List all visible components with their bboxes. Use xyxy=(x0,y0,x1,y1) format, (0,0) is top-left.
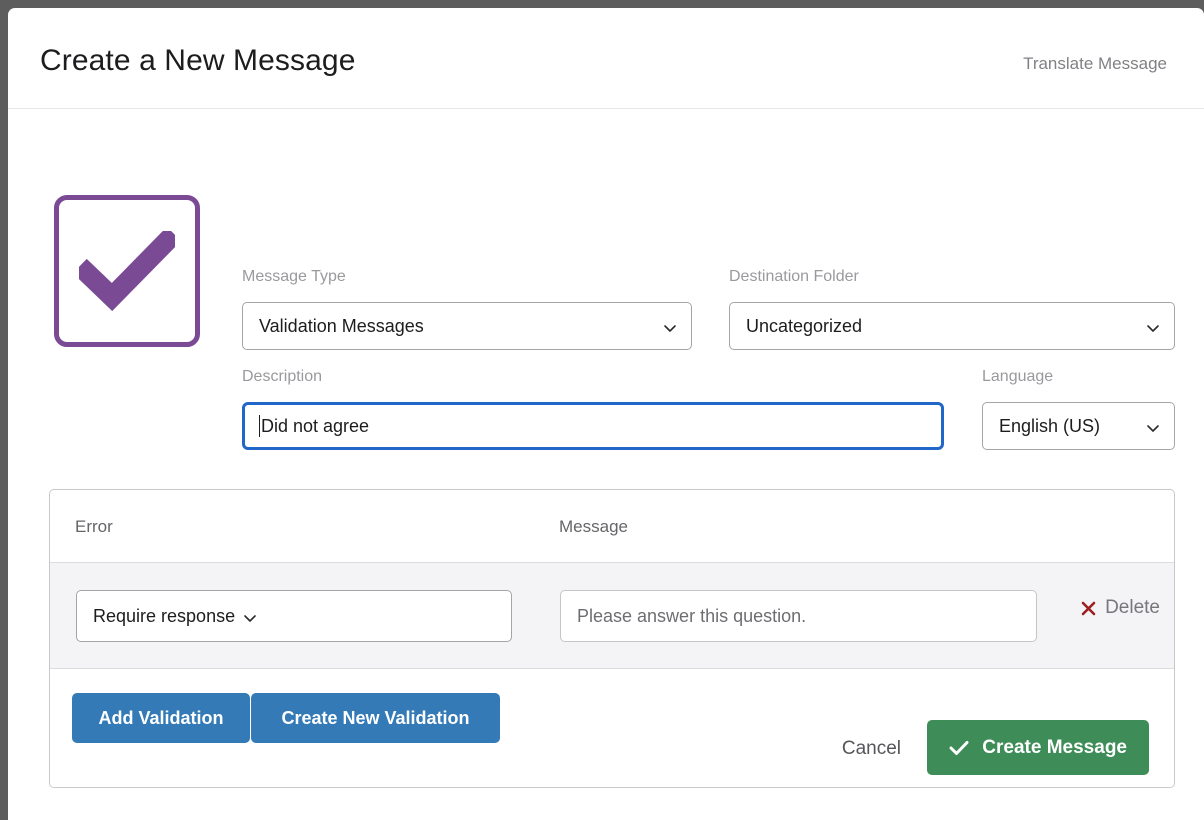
chevron-down-icon xyxy=(1146,419,1160,433)
delete-validation-button[interactable]: Delete xyxy=(1080,597,1160,619)
message-type-label: Message Type xyxy=(242,268,346,286)
message-type-value: Validation Messages xyxy=(259,316,655,337)
chevron-down-icon xyxy=(1146,319,1160,333)
modal-footer: Cancel Create Message xyxy=(8,708,1204,798)
delete-validation-label: Delete xyxy=(1105,597,1160,619)
column-header-message: Message xyxy=(559,517,628,537)
translate-message-link[interactable]: Translate Message xyxy=(1023,54,1167,74)
destination-folder-select[interactable]: Uncategorized xyxy=(729,302,1175,350)
description-input[interactable]: Did not agree xyxy=(242,402,944,450)
create-message-label: Create Message xyxy=(982,737,1127,759)
text-caret xyxy=(259,415,260,437)
table-row: Require response Delete xyxy=(50,563,1174,669)
create-message-modal: Create a New Message Translate Message M… xyxy=(8,8,1204,820)
description-value: Did not agree xyxy=(261,416,369,437)
language-value: English (US) xyxy=(999,416,1138,437)
x-icon xyxy=(1080,600,1097,617)
validation-error-select[interactable]: Require response xyxy=(76,590,512,642)
check-icon xyxy=(79,231,175,311)
cancel-button[interactable]: Cancel xyxy=(838,730,905,768)
column-header-error: Error xyxy=(75,517,113,537)
validations-table-header: Error Message xyxy=(50,490,1174,563)
create-message-button[interactable]: Create Message xyxy=(927,720,1149,775)
language-label: Language xyxy=(982,368,1053,386)
modal-header: Create a New Message Translate Message xyxy=(8,8,1204,109)
chevron-down-icon xyxy=(663,319,677,333)
destination-folder-label: Destination Folder xyxy=(729,268,859,286)
language-select[interactable]: English (US) xyxy=(982,402,1175,450)
validation-error-value: Require response xyxy=(93,606,235,627)
destination-folder-value: Uncategorized xyxy=(746,316,1138,337)
description-label: Description xyxy=(242,368,322,386)
validation-message-input[interactable] xyxy=(560,590,1037,642)
check-icon xyxy=(949,738,969,758)
chevron-down-icon xyxy=(243,609,257,623)
message-type-select[interactable]: Validation Messages xyxy=(242,302,692,350)
message-icon-tile[interactable] xyxy=(54,195,200,347)
page-title: Create a New Message xyxy=(40,44,355,78)
